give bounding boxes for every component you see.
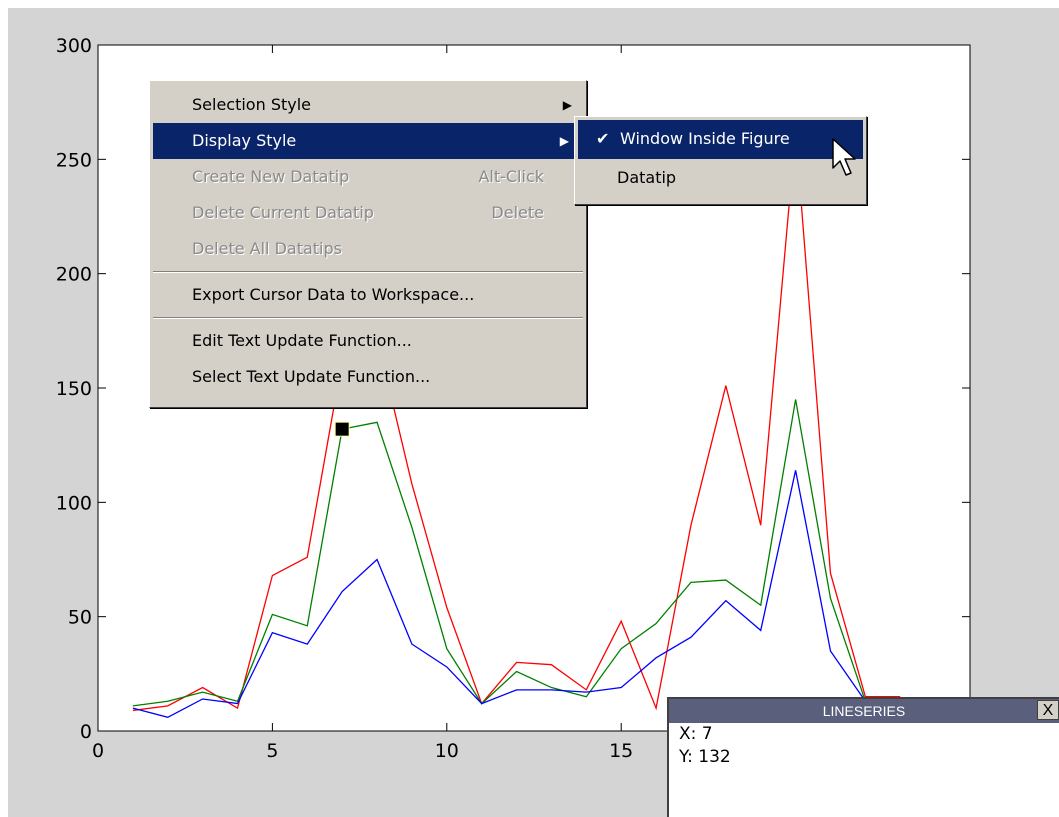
- submenu-item-window-inside-figure[interactable]: ✔ Window Inside Figure: [578, 120, 863, 159]
- y-tick-label: 150: [56, 378, 92, 400]
- y-tick-label: 0: [80, 721, 92, 743]
- menu-item-edit-text-update-function[interactable]: Edit Text Update Function...: [150, 323, 586, 359]
- menu-separator: [153, 317, 583, 319]
- menu-item-selection-style[interactable]: Selection Style ▶: [150, 87, 586, 123]
- cursor-window-titlebar[interactable]: LINESERIES X: [669, 699, 1059, 723]
- menu-item-select-text-update-function[interactable]: Select Text Update Function...: [150, 359, 586, 395]
- submenu-item-label: Datatip: [617, 168, 677, 187]
- menu-item-display-style[interactable]: Display Style ▶: [153, 123, 583, 159]
- data-cursor-window[interactable]: LINESERIES X X: 7 Y: 132: [667, 697, 1059, 817]
- submenu-item-datatip[interactable]: Datatip: [575, 159, 866, 198]
- submenu-item-label: Window Inside Figure: [620, 129, 790, 148]
- cursor-x-readout: X: 7: [679, 724, 713, 744]
- x-tick-label: 5: [266, 740, 278, 762]
- y-tick-label: 250: [56, 149, 92, 171]
- menu-item-shortcut: Delete: [491, 203, 544, 222]
- mouse-pointer-icon: [832, 138, 856, 176]
- menu-item-delete-current-datatip[interactable]: Delete Current Datatip Delete: [150, 195, 586, 231]
- submenu-arrow-icon: ▶: [562, 98, 572, 112]
- menu-item-label: Delete Current Datatip: [192, 203, 374, 222]
- y-tick-label: 300: [56, 35, 92, 57]
- menu-item-export-cursor-data[interactable]: Export Cursor Data to Workspace...: [150, 277, 586, 313]
- x-tick-label: 0: [92, 740, 104, 762]
- submenu-arrow-icon: ▶: [559, 134, 569, 148]
- x-tick-label: 15: [609, 740, 633, 762]
- x-tick-label: 10: [435, 740, 459, 762]
- close-button[interactable]: X: [1037, 700, 1059, 720]
- menu-item-delete-all-datatips[interactable]: Delete All Datatips: [150, 231, 586, 267]
- y-tick-label: 100: [56, 492, 92, 514]
- menu-item-label: Create New Datatip: [192, 167, 350, 186]
- menu-item-label: Select Text Update Function...: [192, 367, 431, 386]
- menu-separator: [153, 271, 583, 273]
- menu-item-label: Display Style: [192, 131, 297, 150]
- y-tick-label: 50: [68, 607, 92, 629]
- menu-item-shortcut: Alt-Click: [478, 167, 544, 186]
- y-tick-label: 200: [56, 264, 92, 286]
- display-style-submenu: ✔ Window Inside Figure Datatip: [574, 116, 867, 205]
- cursor-window-title: LINESERIES: [822, 703, 906, 719]
- menu-item-create-new-datatip[interactable]: Create New Datatip Alt-Click: [150, 159, 586, 195]
- menu-item-label: Delete All Datatips: [192, 239, 342, 258]
- datatip-marker: [334, 421, 350, 437]
- cursor-y-readout: Y: 132: [679, 747, 731, 767]
- menu-item-label: Selection Style: [192, 95, 312, 114]
- context-menu: Selection Style ▶ Display Style ▶ Create…: [149, 80, 587, 408]
- menu-item-label: Edit Text Update Function...: [192, 331, 412, 350]
- menu-item-label: Export Cursor Data to Workspace...: [192, 285, 475, 304]
- checkmark-icon: ✔: [596, 129, 610, 148]
